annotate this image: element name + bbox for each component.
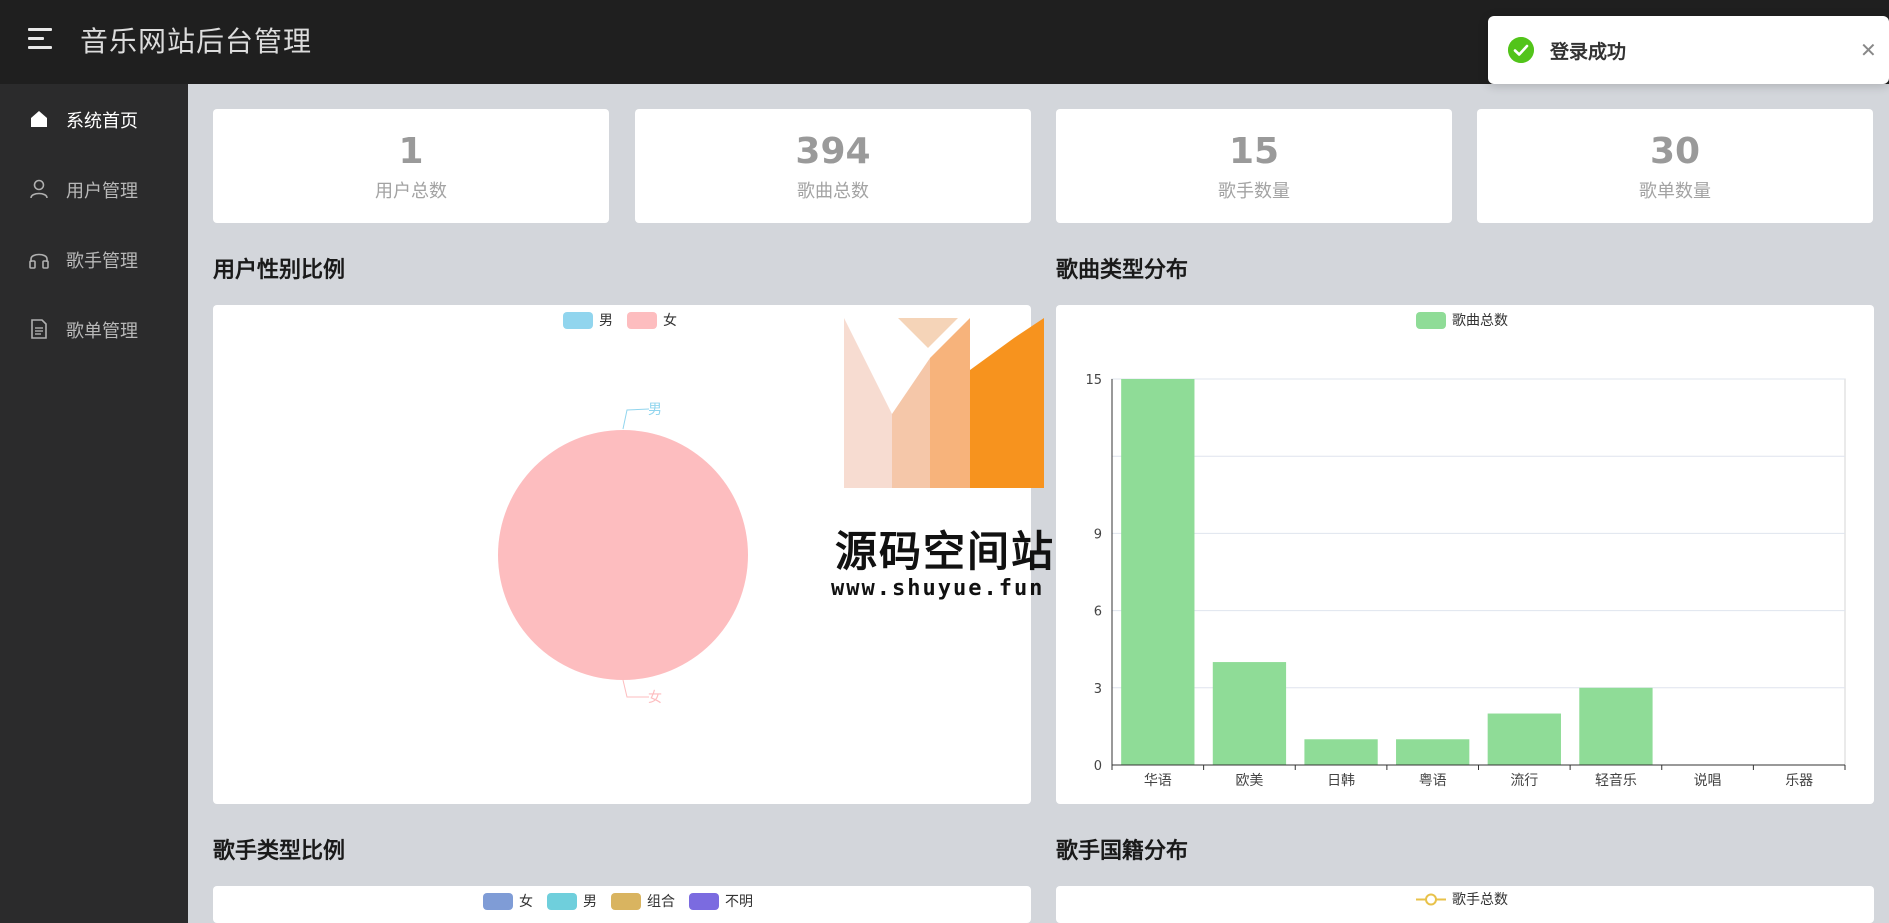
pie-label-female: 女: [648, 689, 662, 706]
bar-华语[interactable]: [1121, 379, 1195, 765]
legend-swatch: [547, 892, 577, 910]
legend-item-unknown[interactable]: 不明: [689, 891, 753, 911]
stat-value: 1: [398, 131, 424, 172]
singer-nation-chart-panel: 歌手总数: [1056, 886, 1874, 923]
x-tick-label: 说唱: [1694, 773, 1722, 789]
stat-card-singers: 15 歌手数量: [1056, 109, 1452, 223]
legend-swatch: [689, 892, 719, 910]
x-tick-label: 日韩: [1327, 773, 1355, 789]
pie-label-line-female: [622, 679, 649, 698]
stat-label: 歌曲总数: [797, 181, 869, 202]
stat-label: 用户总数: [375, 181, 447, 202]
legend-item-group[interactable]: 组合: [611, 891, 675, 911]
stat-value: 394: [795, 131, 871, 172]
sidebar-item-label: 歌手管理: [66, 251, 138, 272]
singer-type-legend: 女 男 组合 不明: [483, 891, 767, 911]
legend-label: 歌手总数: [1452, 892, 1508, 908]
section-title-singer-type: 歌手类型比例: [213, 839, 346, 864]
pie-label-male: 男: [648, 402, 662, 418]
bar-流行[interactable]: [1487, 713, 1561, 765]
pie-label-line-male: [622, 408, 650, 430]
stat-label: 歌单数量: [1639, 181, 1711, 202]
y-tick-label: 6: [1094, 605, 1102, 620]
legend-label: 男: [583, 894, 597, 910]
check-circle-icon: [1508, 37, 1534, 63]
song-type-chart-panel: 歌曲总数 0 3 6 9 15 华语 欧美 日韩 粤语 流行 轻音乐 说唱 乐器: [1056, 305, 1874, 804]
legend-swatch: [611, 892, 641, 910]
stat-value: 30: [1649, 131, 1701, 172]
pie-slice-女[interactable]: [498, 430, 748, 680]
stat-card-songs: 394 歌曲总数: [635, 109, 1031, 223]
legend-item-male[interactable]: 男: [547, 891, 597, 911]
user-icon: [30, 179, 48, 199]
sidebar-item-label: 系统首页: [66, 111, 138, 132]
legend-item-singer-count[interactable]: 歌手总数: [1416, 889, 1508, 909]
y-tick-label: 9: [1094, 527, 1102, 542]
home-icon: [31, 111, 47, 127]
x-tick-label: 乐器: [1785, 773, 1813, 789]
headphones-icon: [29, 253, 49, 269]
toast-message: 登录成功: [1550, 41, 1627, 63]
sidebar-item-singers[interactable]: 歌手管理: [0, 224, 188, 294]
legend-label: 女: [519, 894, 533, 910]
close-icon[interactable]: ✕: [1860, 38, 1877, 62]
legend-swatch: [483, 892, 513, 910]
stat-card-users: 1 用户总数: [213, 109, 609, 223]
bar-欧美[interactable]: [1212, 662, 1287, 765]
sidebar: 系统首页 用户管理 歌手管理 歌单管理: [0, 84, 188, 923]
sidebar-item-home[interactable]: 系统首页: [0, 84, 188, 154]
singer-nation-legend: 歌手总数: [1416, 889, 1522, 909]
x-tick-label: 粤语: [1419, 773, 1447, 789]
song-type-bar-chart: 0 3 6 9 15 华语 欧美 日韩 粤语 流行 轻音乐 说唱 乐器: [1085, 373, 1846, 789]
x-tick-label: 流行: [1510, 773, 1538, 789]
legend-label: 不明: [725, 894, 753, 910]
watermark-text: 源码空间站: [835, 527, 1056, 576]
sidebar-item-playlists[interactable]: 歌单管理: [0, 294, 188, 364]
stat-label: 歌手数量: [1218, 181, 1290, 202]
legend-label: 组合: [647, 894, 675, 910]
bar-粤语[interactable]: [1396, 739, 1470, 765]
stat-card-playlists: 30 歌单数量: [1477, 109, 1873, 223]
y-tick-label: 15: [1085, 373, 1102, 388]
section-title-gender: 用户性别比例: [213, 258, 346, 283]
bar-轻音乐[interactable]: [1579, 687, 1653, 765]
sidebar-item-label: 歌单管理: [66, 321, 138, 342]
legend-item-female[interactable]: 女: [483, 891, 533, 911]
watermark-url: www.shuyue.fun: [831, 576, 1045, 601]
document-icon: [31, 319, 47, 339]
singer-type-chart-panel: 女 男 组合 不明: [213, 886, 1031, 923]
legend-line-swatch: [1416, 893, 1446, 905]
sidebar-item-users[interactable]: 用户管理: [0, 154, 188, 224]
bar-日韩[interactable]: [1304, 739, 1378, 765]
x-tick-label: 华语: [1144, 773, 1172, 789]
x-tick-label: 欧美: [1235, 773, 1263, 789]
app-title: 音乐网站后台管理: [80, 25, 313, 58]
sidebar-item-label: 用户管理: [66, 181, 138, 202]
section-title-singer-nation: 歌手国籍分布: [1056, 839, 1189, 864]
x-tick-label: 轻音乐: [1595, 772, 1637, 789]
stat-value: 15: [1228, 131, 1280, 172]
login-success-toast: 登录成功 ✕: [1488, 16, 1889, 84]
y-tick-label: 0: [1094, 759, 1102, 774]
hamburger-icon[interactable]: [28, 28, 52, 50]
section-title-song-type: 歌曲类型分布: [1056, 258, 1189, 283]
y-tick-label: 3: [1094, 682, 1102, 697]
